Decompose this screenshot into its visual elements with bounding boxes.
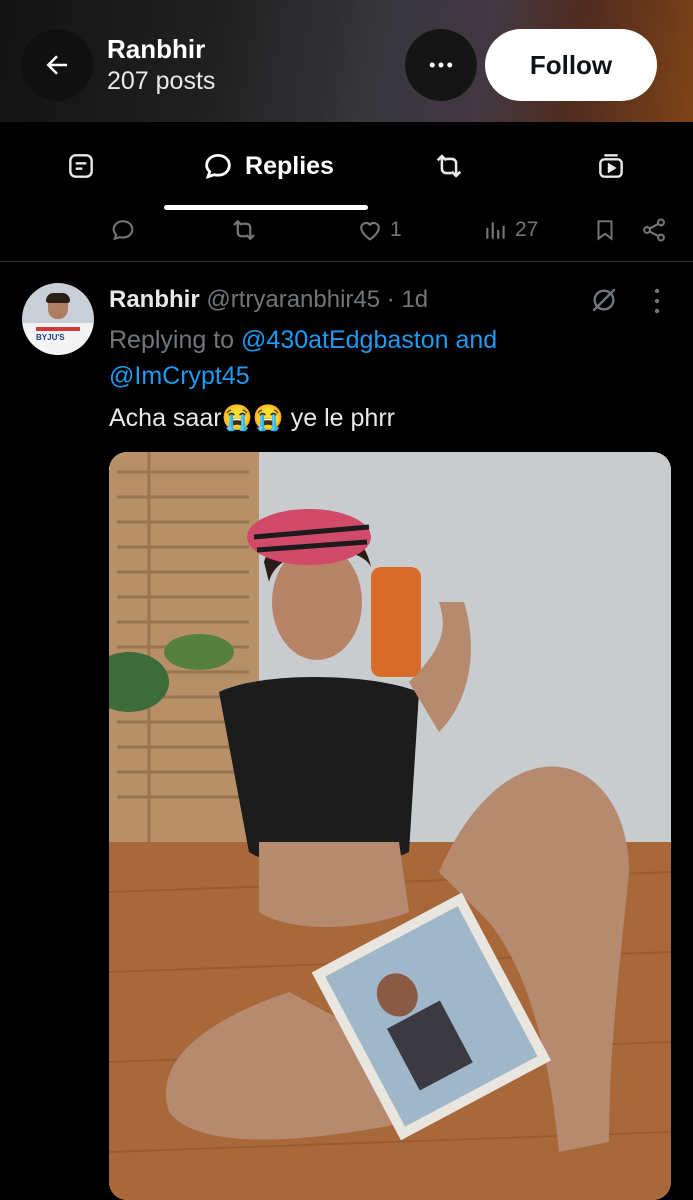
post-text: Acha saar😭😭 ye le phrr (109, 404, 395, 432)
like-button[interactable]: 1 (356, 210, 402, 250)
back-button[interactable] (21, 29, 93, 101)
post-author-line: Ranbhir @rtryaranbhir45 · 1d (109, 286, 428, 314)
profile-header: Ranbhir 207 posts Follow (0, 0, 693, 122)
view-count: 27 (515, 218, 539, 241)
more-options-button[interactable] (405, 29, 477, 101)
mention-link-1[interactable]: @430atEdgbaston (241, 326, 448, 354)
post-more-button[interactable] (645, 286, 669, 321)
grok-button[interactable] (588, 284, 620, 321)
follow-button[interactable]: Follow (485, 29, 657, 101)
media-icon (599, 154, 623, 178)
post-media-image[interactable] (109, 452, 671, 1200)
tab-media[interactable] (570, 122, 652, 210)
views-chart-icon (486, 222, 505, 239)
repost-icon (436, 154, 462, 178)
replying-prefix: Replying to (109, 326, 242, 354)
article-icon (69, 154, 93, 178)
like-count: 1 (390, 218, 402, 241)
bookmark-icon (597, 220, 613, 241)
arrow-left-icon (46, 55, 67, 75)
avatar-badge: BYJU'S (36, 333, 65, 342)
tab-posts[interactable] (40, 122, 122, 210)
reply-button[interactable] (109, 210, 143, 250)
heart-icon (360, 221, 380, 241)
avatar-stripe (36, 327, 80, 331)
repost-icon (233, 219, 255, 241)
tab-replies[interactable]: Replies (165, 122, 370, 210)
tab-reposts[interactable] (408, 122, 490, 210)
avatar-hair (46, 293, 70, 303)
mention-link-2[interactable]: @ImCrypt45 (109, 362, 250, 390)
previous-post-actions: 1 27 (0, 210, 693, 262)
repost-button[interactable] (229, 210, 265, 250)
post-author-name[interactable]: Ranbhir (109, 286, 200, 313)
post-count: 207 posts (107, 67, 216, 95)
reply-icon (112, 220, 134, 241)
profile-name: Ranbhir (107, 34, 206, 64)
post-handle-time: @rtryaranbhir45 · 1d (206, 286, 429, 313)
grok-icon (592, 288, 616, 312)
photo-illustration (109, 452, 671, 1200)
tab-replies-label: Replies (245, 151, 334, 180)
views-button[interactable]: 27 (483, 210, 538, 250)
bookmark-button[interactable] (592, 210, 618, 250)
share-icon (643, 218, 665, 242)
more-horizontal-icon (429, 62, 453, 68)
mention-and[interactable]: and (449, 326, 497, 354)
profile-tabs: Replies (0, 122, 693, 210)
replying-to: Replying to @430atEdgbaston and @ImCrypt… (109, 322, 569, 394)
share-button[interactable] (640, 210, 668, 250)
avatar[interactable]: BYJU'S (22, 283, 94, 355)
more-vertical-icon (654, 288, 660, 314)
reply-bubble-icon (205, 153, 231, 179)
